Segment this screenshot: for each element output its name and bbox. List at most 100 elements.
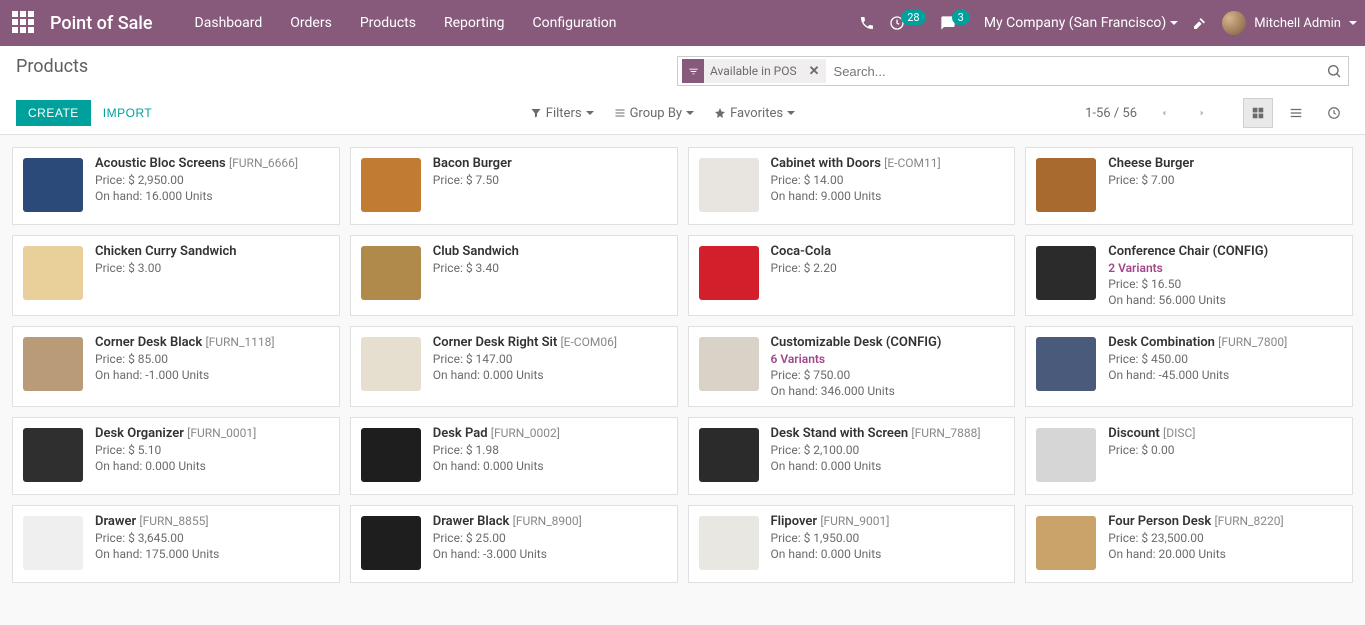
product-card[interactable]: Desk Organizer [FURN_0001]Price: $ 5.10O… (12, 417, 340, 495)
product-onhand: On hand: 0.000 Units (433, 459, 560, 473)
control-panel: Products Available in POS ✕ CREATE IMPOR… (0, 46, 1365, 135)
product-sku: [DISC] (1163, 426, 1195, 440)
chevron-down-icon (1170, 21, 1178, 25)
phone-icon[interactable] (859, 15, 875, 31)
nav-dashboard[interactable]: Dashboard (183, 7, 275, 39)
product-sku: [E-COM06] (560, 335, 617, 349)
product-thumbnail (697, 426, 761, 484)
product-sku: [FURN_6666] (229, 156, 298, 170)
product-card[interactable]: Desk Combination [FURN_7800]Price: $ 450… (1025, 326, 1353, 407)
product-price: Price: $ 750.00 (771, 368, 942, 382)
product-sku: [FURN_8220] (1215, 514, 1284, 528)
product-name: Corner Desk Black [FURN_1118] (95, 335, 275, 350)
create-button[interactable]: CREATE (16, 100, 91, 126)
product-card[interactable]: Customizable Desk (CONFIG) 6 VariantsPri… (688, 326, 1016, 407)
product-card[interactable]: Cheese Burger Price: $ 7.00 (1025, 147, 1353, 225)
product-card[interactable]: Chicken Curry Sandwich Price: $ 3.00 (12, 235, 340, 316)
view-activity[interactable] (1319, 98, 1349, 128)
product-variants: 2 Variants (1108, 261, 1268, 275)
product-price: Price: $ 2.20 (771, 261, 837, 275)
import-button[interactable]: IMPORT (91, 100, 164, 126)
company-switcher[interactable]: My Company (San Francisco) (984, 15, 1178, 31)
product-card[interactable]: Corner Desk Right Sit [E-COM06] Price: $ … (350, 326, 678, 407)
pager: 1-56 / 56 (1085, 106, 1137, 121)
product-price: Price: $ 85.00 (95, 352, 275, 366)
product-thumbnail (1034, 335, 1098, 393)
product-sku: [FURN_0002] (491, 426, 560, 440)
product-sku: [FURN_8855] (139, 514, 208, 528)
messages-icon[interactable]: 3 (940, 15, 970, 31)
product-onhand: On hand: 56.000 Units (1108, 293, 1268, 307)
activity-icon[interactable]: 28 (889, 15, 925, 31)
search-icon[interactable] (1326, 63, 1342, 79)
filter-icon (682, 59, 704, 83)
product-card[interactable]: Desk Stand with Screen [FURN_7888]Price:… (688, 417, 1016, 495)
product-thumbnail (1034, 156, 1098, 214)
pager-next[interactable] (1187, 98, 1217, 128)
search-input[interactable] (828, 64, 1320, 79)
search-bar[interactable]: Available in POS ✕ (677, 56, 1349, 86)
view-list[interactable] (1281, 98, 1311, 128)
product-price: Price: $ 5.10 (95, 443, 256, 457)
product-card[interactable]: Cabinet with Doors [E-COM11]Price: $ 14.… (688, 147, 1016, 225)
page-title: Products (16, 56, 88, 77)
product-card[interactable]: Drawer [FURN_8855]Price: $ 3,645.00On ha… (12, 505, 340, 583)
main-nav: Dashboard Orders Products Reporting Conf… (183, 7, 629, 39)
product-name: Acoustic Bloc Screens [FURN_6666] (95, 156, 298, 171)
product-sku: [FURN_9001] (820, 514, 889, 528)
product-card[interactable]: Corner Desk Black [FURN_1118] Price: $ 85… (12, 326, 340, 407)
nav-configuration[interactable]: Configuration (521, 7, 629, 39)
apps-launcher-icon[interactable] (12, 11, 36, 35)
product-onhand: On hand: 346.000 Units (771, 384, 942, 398)
product-thumbnail (359, 156, 423, 214)
product-card[interactable]: Conference Chair (CONFIG) 2 VariantsPric… (1025, 235, 1353, 316)
product-thumbnail (697, 514, 761, 572)
product-price: Price: $ 1,950.00 (771, 531, 890, 545)
product-onhand: On hand: 16.000 Units (95, 189, 298, 203)
product-price: Price: $ 450.00 (1108, 352, 1287, 366)
product-thumbnail (21, 426, 85, 484)
product-name: Corner Desk Right Sit [E-COM06] (433, 335, 617, 350)
product-name: Drawer [FURN_8855] (95, 514, 219, 529)
view-kanban[interactable] (1243, 98, 1273, 128)
product-name: Conference Chair (CONFIG) (1108, 244, 1268, 259)
nav-orders[interactable]: Orders (278, 7, 344, 39)
product-price: Price: $ 2,100.00 (771, 443, 981, 457)
nav-products[interactable]: Products (348, 7, 428, 39)
product-onhand: On hand: -3.000 Units (433, 547, 582, 561)
product-card[interactable]: Drawer Black [FURN_8900]Price: $ 25.00On… (350, 505, 678, 583)
product-card[interactable]: Desk Pad [FURN_0002]Price: $ 1.98On hand… (350, 417, 678, 495)
product-thumbnail (359, 426, 423, 484)
nav-reporting[interactable]: Reporting (432, 7, 517, 39)
favorites-dropdown[interactable]: Favorites (714, 106, 795, 121)
pager-prev[interactable] (1149, 98, 1179, 128)
product-name: Coca-Cola (771, 244, 837, 259)
groupby-dropdown[interactable]: Group By (614, 106, 695, 121)
user-menu[interactable]: Mitchell Admin (1222, 11, 1357, 35)
product-card[interactable]: Acoustic Bloc Screens [FURN_6666]Price: … (12, 147, 340, 225)
product-sku: [E-COM11] (884, 156, 941, 170)
product-price: Price: $ 0.00 (1108, 443, 1195, 457)
product-card[interactable]: Bacon Burger Price: $ 7.50 (350, 147, 678, 225)
product-onhand: On hand: -45.000 Units (1108, 368, 1287, 382)
product-thumbnail (359, 244, 423, 302)
product-variants: 6 Variants (771, 352, 942, 366)
chevron-down-icon (1349, 21, 1357, 25)
product-card[interactable]: Club Sandwich Price: $ 3.40 (350, 235, 678, 316)
debug-icon[interactable] (1192, 15, 1208, 31)
product-name: Desk Pad [FURN_0002] (433, 426, 560, 441)
product-card[interactable]: Discount [DISC] Price: $ 0.00 (1025, 417, 1353, 495)
product-sku: [FURN_0001] (187, 426, 256, 440)
filters-dropdown[interactable]: Filters (530, 106, 594, 121)
product-card[interactable]: Flipover [FURN_9001]Price: $ 1,950.00On … (688, 505, 1016, 583)
product-card[interactable]: Coca-Cola Price: $ 2.20 (688, 235, 1016, 316)
product-name: Chicken Curry Sandwich (95, 244, 237, 259)
facet-remove[interactable]: ✕ (803, 59, 826, 83)
product-card[interactable]: Four Person Desk [FURN_8220]Price: $ 23,… (1025, 505, 1353, 583)
product-price: Price: $ 3,645.00 (95, 531, 219, 545)
product-name: Flipover [FURN_9001] (771, 514, 890, 529)
topbar: Point of Sale Dashboard Orders Products … (0, 0, 1365, 46)
product-name: Discount [DISC] (1108, 426, 1195, 441)
product-price: Price: $ 147.00 (433, 352, 617, 366)
product-onhand: On hand: 0.000 Units (433, 368, 617, 382)
